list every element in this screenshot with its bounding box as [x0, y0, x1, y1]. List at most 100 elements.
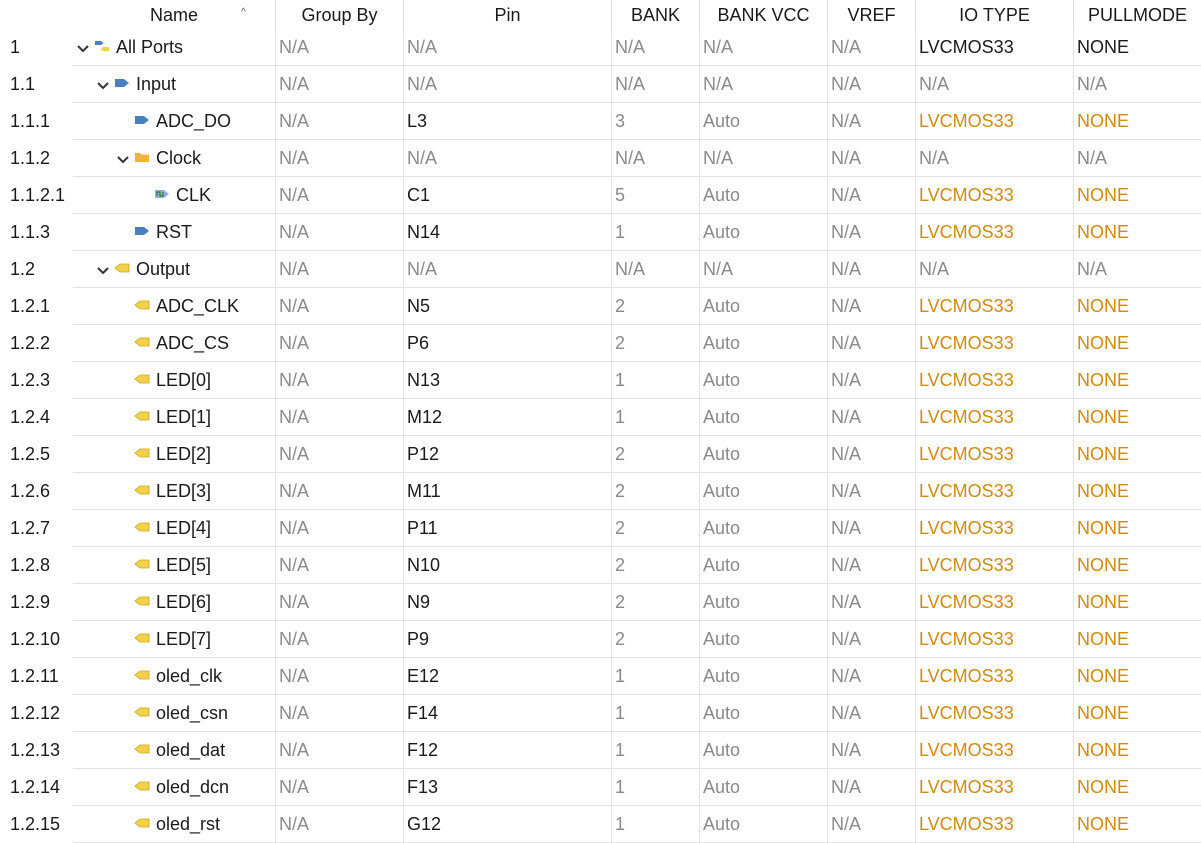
pullmode-cell[interactable]: NONE	[1074, 547, 1201, 584]
bank-cell[interactable]: 1	[612, 769, 700, 806]
table-row[interactable]: 1.2.2 ADC_CS N/A P6 2 Auto N/A LVCMOS33 NONE	[0, 325, 1201, 362]
name-cell[interactable]: ADC_DO	[73, 103, 276, 140]
table-row[interactable]: 1.2.13 oled_dat N/A F12 1 Auto N/A LVCMOS33 NONE	[0, 732, 1201, 769]
pin-cell[interactable]: N/A	[404, 251, 612, 288]
name-cell[interactable]: LED[7]	[73, 621, 276, 658]
name-cell[interactable]: oled_dat	[73, 732, 276, 769]
table-row[interactable]: 1.2.6 LED[3] N/A M11 2 Auto N/A LVCMOS33 NONE	[0, 473, 1201, 510]
vref-cell[interactable]: N/A	[828, 510, 916, 547]
column-header-io-type[interactable]: IO TYPE	[916, 0, 1074, 30]
group-by-cell[interactable]: N/A	[276, 473, 404, 510]
table-row[interactable]: 1.2.4 LED[1] N/A M12 1 Auto N/A LVCMOS33 NONE	[0, 399, 1201, 436]
io-type-cell[interactable]: LVCMOS33	[916, 288, 1074, 325]
table-row[interactable]: 1.2.11 oled_clk N/A E12 1 Auto N/A LVCMOS33 NONE	[0, 658, 1201, 695]
bank-cell[interactable]: N/A	[612, 66, 700, 103]
table-row[interactable]: 1.2.10 LED[7] N/A P9 2 Auto N/A LVCMOS33 NONE	[0, 621, 1201, 658]
vref-cell[interactable]: N/A	[828, 325, 916, 362]
bank-vcc-cell[interactable]: N/A	[700, 251, 828, 288]
name-cell[interactable]: All Ports	[73, 29, 276, 66]
pullmode-cell[interactable]: NONE	[1074, 732, 1201, 769]
table-row[interactable]: 1.1.2 Clock N/A N/A N/A N/A N/A N/A N/A	[0, 140, 1201, 177]
bank-vcc-cell[interactable]: Auto	[700, 769, 828, 806]
group-by-cell[interactable]: N/A	[276, 769, 404, 806]
pin-cell[interactable]: M11	[404, 473, 612, 510]
pin-cell[interactable]: C1	[404, 177, 612, 214]
group-by-cell[interactable]: N/A	[276, 140, 404, 177]
name-cell[interactable]: ADC_CLK	[73, 288, 276, 325]
io-type-cell[interactable]: LVCMOS33	[916, 732, 1074, 769]
bank-cell[interactable]: 1	[612, 732, 700, 769]
pullmode-cell[interactable]: NONE	[1074, 29, 1201, 66]
bank-vcc-cell[interactable]: Auto	[700, 695, 828, 732]
pin-cell[interactable]: P6	[404, 325, 612, 362]
io-type-cell[interactable]: LVCMOS33	[916, 547, 1074, 584]
bank-vcc-cell[interactable]: N/A	[700, 29, 828, 66]
io-type-cell[interactable]: LVCMOS33	[916, 769, 1074, 806]
group-by-cell[interactable]: N/A	[276, 29, 404, 66]
bank-vcc-cell[interactable]: Auto	[700, 621, 828, 658]
io-type-cell[interactable]: LVCMOS33	[916, 103, 1074, 140]
pullmode-cell[interactable]: NONE	[1074, 436, 1201, 473]
io-type-cell[interactable]: LVCMOS33	[916, 436, 1074, 473]
vref-cell[interactable]: N/A	[828, 251, 916, 288]
pullmode-cell[interactable]: N/A	[1074, 66, 1201, 103]
column-header-pin[interactable]: Pin	[404, 0, 612, 30]
bank-cell[interactable]: 2	[612, 621, 700, 658]
pullmode-cell[interactable]: N/A	[1074, 251, 1201, 288]
table-row[interactable]: 1.2.15 oled_rst N/A G12 1 Auto N/A LVCMOS33 NONE	[0, 806, 1201, 843]
group-by-cell[interactable]: N/A	[276, 103, 404, 140]
bank-cell[interactable]: N/A	[612, 140, 700, 177]
bank-cell[interactable]: 1	[612, 658, 700, 695]
vref-cell[interactable]: N/A	[828, 362, 916, 399]
io-type-cell[interactable]: LVCMOS33	[916, 399, 1074, 436]
pin-cell[interactable]: N5	[404, 288, 612, 325]
bank-vcc-cell[interactable]: Auto	[700, 399, 828, 436]
bank-cell[interactable]: N/A	[612, 29, 700, 66]
pullmode-cell[interactable]: NONE	[1074, 214, 1201, 251]
bank-vcc-cell[interactable]: Auto	[700, 806, 828, 843]
table-row[interactable]: 1.2.3 LED[0] N/A N13 1 Auto N/A LVCMOS33 NONE	[0, 362, 1201, 399]
bank-cell[interactable]: 2	[612, 584, 700, 621]
group-by-cell[interactable]: N/A	[276, 584, 404, 621]
group-by-cell[interactable]: N/A	[276, 436, 404, 473]
vref-cell[interactable]: N/A	[828, 584, 916, 621]
group-by-cell[interactable]: N/A	[276, 547, 404, 584]
bank-vcc-cell[interactable]: Auto	[700, 214, 828, 251]
vref-cell[interactable]: N/A	[828, 473, 916, 510]
name-cell[interactable]: LED[5]	[73, 547, 276, 584]
chevron-down-icon[interactable]	[116, 141, 130, 176]
vref-cell[interactable]: N/A	[828, 658, 916, 695]
io-type-cell[interactable]: LVCMOS33	[916, 658, 1074, 695]
name-cell[interactable]: Clock	[73, 140, 276, 177]
table-row[interactable]: 1.2.12 oled_csn N/A F14 1 Auto N/A LVCMOS33 NONE	[0, 695, 1201, 732]
vref-cell[interactable]: N/A	[828, 621, 916, 658]
table-row[interactable]: 1.2 Output N/A N/A N/A N/A N/A N/A N/A	[0, 251, 1201, 288]
bank-cell[interactable]: 2	[612, 325, 700, 362]
vref-cell[interactable]: N/A	[828, 288, 916, 325]
bank-vcc-cell[interactable]: N/A	[700, 140, 828, 177]
bank-cell[interactable]: N/A	[612, 251, 700, 288]
column-header-bank[interactable]: BANK	[612, 0, 700, 30]
io-type-cell[interactable]: N/A	[916, 66, 1074, 103]
bank-cell[interactable]: 3	[612, 103, 700, 140]
group-by-cell[interactable]: N/A	[276, 510, 404, 547]
pullmode-cell[interactable]: NONE	[1074, 769, 1201, 806]
table-row[interactable]: 1.1.2.1 CLK N/A C1 5 Auto N/A LVCMOS33 NONE	[0, 177, 1201, 214]
pullmode-cell[interactable]: NONE	[1074, 510, 1201, 547]
name-cell[interactable]: LED[0]	[73, 362, 276, 399]
pullmode-cell[interactable]: NONE	[1074, 473, 1201, 510]
group-by-cell[interactable]: N/A	[276, 325, 404, 362]
bank-cell[interactable]: 2	[612, 436, 700, 473]
io-type-cell[interactable]: LVCMOS33	[916, 510, 1074, 547]
name-cell[interactable]: Input	[73, 66, 276, 103]
table-row[interactable]: 1.1 Input N/A N/A N/A N/A N/A N/A N/A	[0, 66, 1201, 103]
bank-vcc-cell[interactable]: Auto	[700, 510, 828, 547]
name-cell[interactable]: CLK	[73, 177, 276, 214]
pullmode-cell[interactable]: NONE	[1074, 325, 1201, 362]
io-type-cell[interactable]: LVCMOS33	[916, 473, 1074, 510]
group-by-cell[interactable]: N/A	[276, 658, 404, 695]
group-by-cell[interactable]: N/A	[276, 177, 404, 214]
pin-cell[interactable]: G12	[404, 806, 612, 843]
name-cell[interactable]: oled_rst	[73, 806, 276, 843]
group-by-cell[interactable]: N/A	[276, 214, 404, 251]
